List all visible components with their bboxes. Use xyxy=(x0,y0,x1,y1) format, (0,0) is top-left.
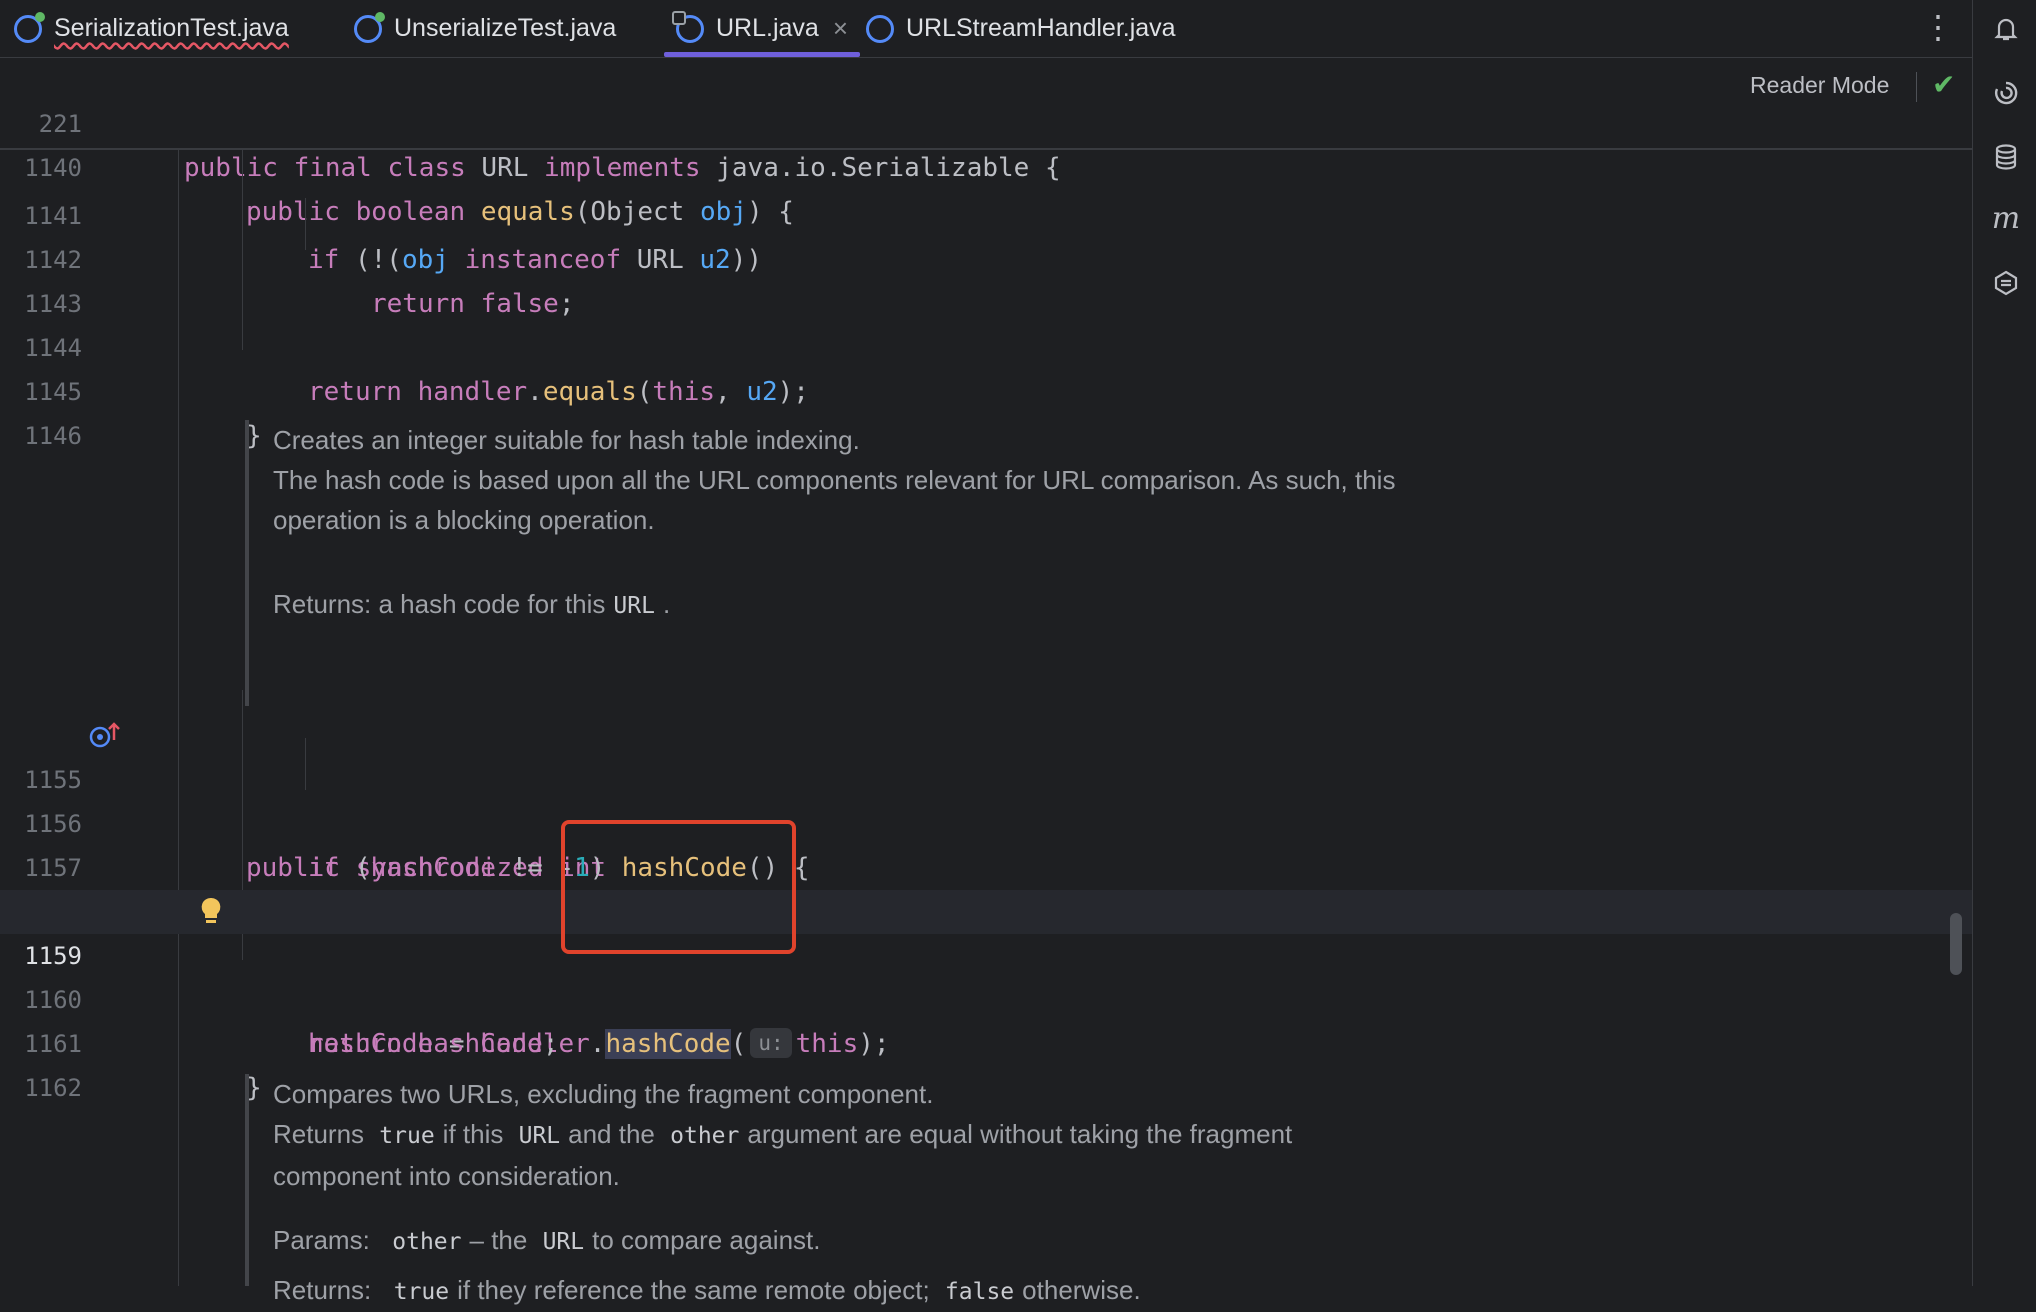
code-line-1142[interactable]: 1142 return false; xyxy=(0,194,1972,319)
ai-assistant-icon[interactable] xyxy=(1991,78,2021,108)
line-number: 1162 xyxy=(24,1074,82,1102)
annotation-highlight-box xyxy=(561,820,796,954)
tab-url-java[interactable]: URL.java × xyxy=(663,0,861,57)
javadoc-hashcode[interactable]: Creates an integer suitable for hash tab… xyxy=(245,420,1573,706)
database-icon[interactable] xyxy=(1991,142,2021,172)
doc-text: The hash code is based upon all the URL … xyxy=(273,465,1396,495)
tab-label: URL.java xyxy=(716,14,819,42)
code-line-1146[interactable]: 1146 xyxy=(0,370,1972,450)
more-tabs-icon[interactable]: ⋮ xyxy=(1922,8,1954,46)
editor-tab-bar: SerializationTest.java UnserializeTest.j… xyxy=(0,0,1972,58)
doc-params: Params: other – the URL to compare against… xyxy=(273,1225,821,1255)
code-line-1155[interactable]: 1155 public synchronized int hashCode() … xyxy=(0,714,1972,883)
check-icon[interactable]: ✔ xyxy=(1932,68,1955,101)
close-icon[interactable]: × xyxy=(833,13,848,44)
maven-icon[interactable]: m xyxy=(1991,204,2021,234)
code-line-1158[interactable]: 1158 xyxy=(0,846,1972,926)
java-class-icon xyxy=(866,14,894,43)
doc-text: Compares two URLs, excluding the fragmen… xyxy=(273,1079,934,1109)
doc-text: operation is a blocking operation. xyxy=(273,505,655,535)
doc-returns: Returns: a hash code for this URL. xyxy=(273,589,671,619)
tab-unserializetest[interactable]: UnserializeTest.java xyxy=(354,0,616,57)
code-line-1145[interactable]: 1145 } xyxy=(0,326,1972,451)
code-line-1157[interactable]: 1157 return hashCode; xyxy=(0,802,1972,927)
line-number: 1146 xyxy=(24,422,82,450)
code-line-1160[interactable]: 1160 return hashCode; xyxy=(0,934,1972,1059)
tab-urlstreamhandler[interactable]: URLStreamHandler.java xyxy=(866,0,1176,57)
ai-chat-icon[interactable] xyxy=(1991,268,2021,298)
tab-label: URLStreamHandler.java xyxy=(906,14,1176,42)
doc-returns: Returns: true if they reference the same … xyxy=(273,1275,1141,1305)
code-editor[interactable]: 221 public final class URL implements ja… xyxy=(0,58,1972,1305)
sticky-line-class[interactable]: 221 public final class URL implements ja… xyxy=(0,58,1972,183)
code-line-1156[interactable]: 1156 if (hashCode != -1) xyxy=(0,758,1972,883)
right-tool-strip: m xyxy=(1972,0,2036,1286)
bell-icon[interactable] xyxy=(1991,14,2021,44)
javadoc-equals[interactable]: Compares two URLs, excluding the fragmen… xyxy=(245,1074,1573,1305)
doc-text: Returns true if this URL and the other argu… xyxy=(273,1119,1293,1149)
java-class-icon xyxy=(14,11,45,43)
code-line-1162[interactable]: 1162 xyxy=(0,1022,1972,1102)
tab-serializationtest[interactable]: SerializationTest.java xyxy=(14,0,289,57)
java-class-icon xyxy=(354,11,385,43)
code-line-1161[interactable]: 1161 } xyxy=(0,978,1972,1103)
tab-label: UnserializeTest.java xyxy=(394,14,617,42)
code-line-1143[interactable]: 1143 xyxy=(0,238,1972,318)
doc-text: Creates an integer suitable for hash tab… xyxy=(273,425,860,455)
java-class-readonly-icon xyxy=(672,10,704,43)
sticky-line-equals[interactable]: 1140 public boolean equals(Object obj) { xyxy=(0,102,1972,227)
divider xyxy=(1916,72,1917,102)
doc-text: component into consideration. xyxy=(273,1161,620,1191)
vertical-scrollbar-thumb[interactable] xyxy=(1950,913,1962,975)
tab-label: SerializationTest.java xyxy=(54,14,289,42)
lightbulb-icon[interactable] xyxy=(198,896,224,928)
code-line-1159[interactable]: 1159 hashCode = handler.hashCode(u: this)… xyxy=(0,890,1972,1059)
reader-mode-toggle[interactable]: Reader Mode xyxy=(1750,72,1889,99)
override-gutter-icon[interactable] xyxy=(88,720,122,750)
code-line-1144[interactable]: 1144 return handler.equals(this, u2); xyxy=(0,282,1972,407)
sticky-lines-header: 221 public final class URL implements ja… xyxy=(0,58,1972,227)
code-line-1141[interactable]: 1141 if (!(obj instanceof URL u2)) xyxy=(0,150,1972,275)
